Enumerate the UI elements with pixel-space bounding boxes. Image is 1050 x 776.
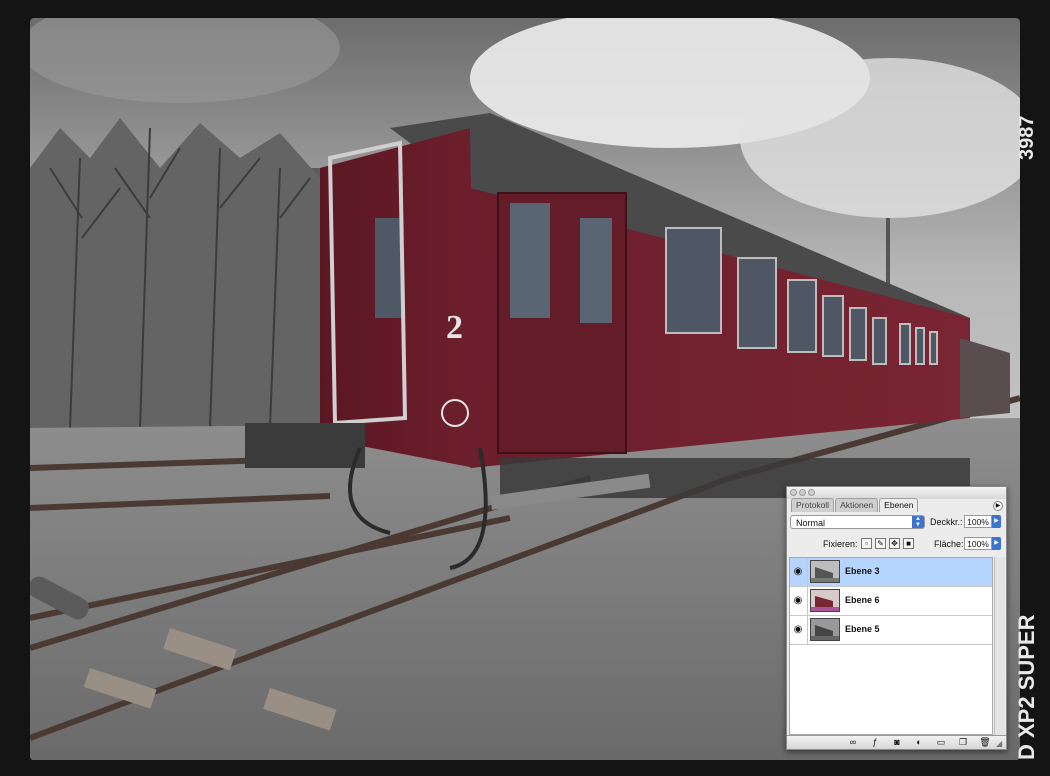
- layer-thumbnail: [810, 560, 840, 583]
- tab-protokoll[interactable]: Protokoll: [791, 498, 835, 512]
- layer-row-ebene-5[interactable]: ◉ Ebene 5: [790, 616, 992, 645]
- lock-transparency-icon[interactable]: ▫: [861, 538, 872, 549]
- eye-icon[interactable]: ◉: [792, 624, 804, 636]
- trash-icon[interactable]: 🗑: [978, 737, 992, 748]
- lock-all-icon[interactable]: ■: [903, 538, 914, 549]
- updown-arrows-icon: ▲ ▼: [912, 516, 924, 528]
- layer-name: Ebene 3: [845, 566, 880, 576]
- fill-slider-arrow-icon[interactable]: ▶: [992, 537, 1001, 550]
- minimize-icon[interactable]: [799, 489, 806, 496]
- layer-thumbnail: [810, 618, 840, 641]
- close-icon[interactable]: [790, 489, 797, 496]
- layers-list: ◉ Ebene 3 ◉ Ebene 6 ◉ Ebene 5: [789, 557, 993, 735]
- layers-palette: Protokoll Aktionen Ebenen ▶ Normal ▲ ▼ De…: [786, 486, 1007, 750]
- blend-opacity-row: Normal ▲ ▼ Deckkr.: 100% ▶: [789, 515, 1004, 531]
- layer-style-icon[interactable]: ƒ: [868, 737, 882, 748]
- svg-text:2: 2: [446, 309, 463, 346]
- lock-label: Fixieren:: [823, 539, 858, 549]
- palette-tabs: Protokoll Aktionen Ebenen: [787, 498, 1006, 512]
- zoom-icon[interactable]: [808, 489, 815, 496]
- blend-mode-value: Normal: [796, 518, 826, 528]
- folder-icon[interactable]: ▭: [934, 737, 948, 748]
- layer-row-ebene-3[interactable]: ◉ Ebene 3: [790, 558, 992, 587]
- tab-aktionen[interactable]: Aktionen: [835, 498, 879, 512]
- layer-thumbnail: [810, 589, 840, 612]
- blend-mode-select[interactable]: Normal ▲ ▼: [790, 515, 925, 529]
- layer-name: Ebene 6: [845, 595, 880, 605]
- new-layer-icon[interactable]: ❐: [956, 737, 970, 748]
- link-icon[interactable]: ∞: [846, 737, 860, 748]
- eye-icon[interactable]: ◉: [792, 566, 804, 578]
- eye-icon[interactable]: ◉: [792, 595, 804, 607]
- fill-label: Fläche:: [934, 539, 964, 549]
- opacity-slider-arrow-icon[interactable]: ▶: [992, 515, 1001, 528]
- lock-move-icon[interactable]: ✥: [889, 538, 900, 549]
- fill-field[interactable]: 100%: [964, 537, 992, 550]
- opacity-label: Deckkr.:: [930, 517, 963, 527]
- mask-icon[interactable]: ◙: [890, 737, 904, 748]
- layers-scrollbar[interactable]: [994, 557, 1005, 735]
- adjustment-icon[interactable]: ◐: [912, 737, 926, 748]
- lock-fill-row: Fixieren: ▫ ✎ ✥ ■ Fläche: 100% ▶: [789, 537, 1004, 553]
- tab-ebenen[interactable]: Ebenen: [879, 498, 919, 512]
- visibility-cell: ◉: [790, 558, 808, 586]
- visibility-cell: ◉: [790, 616, 808, 644]
- resize-grip-icon[interactable]: ◢: [996, 739, 1005, 748]
- lock-brush-icon[interactable]: ✎: [875, 538, 886, 549]
- layer-name: Ebene 5: [845, 624, 880, 634]
- palette-menu-icon[interactable]: ▶: [993, 501, 1003, 511]
- layer-row-ebene-6[interactable]: ◉ Ebene 6: [790, 587, 992, 616]
- visibility-cell: ◉: [790, 587, 808, 615]
- palette-bottom-bar: ∞ ƒ ◙ ◐ ▭ ❐ 🗑: [787, 735, 1006, 749]
- opacity-field[interactable]: 100%: [964, 515, 992, 528]
